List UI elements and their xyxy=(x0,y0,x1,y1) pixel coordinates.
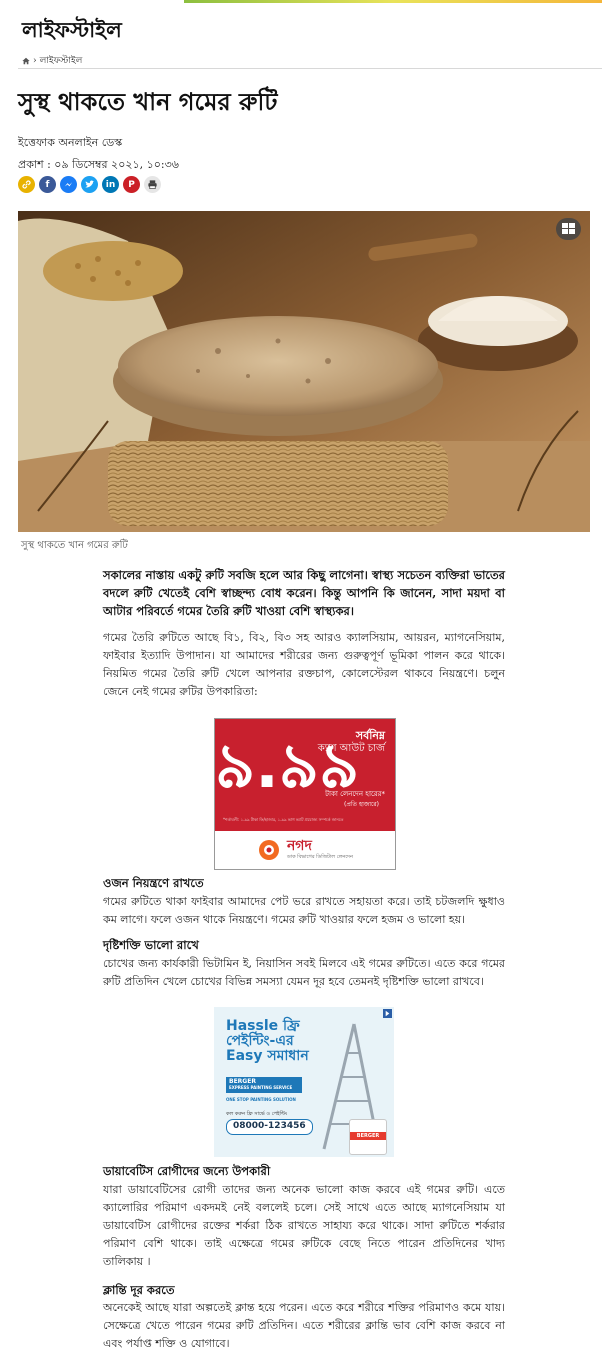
section-heading-1: ওজন নিয়ন্ত্রণে রাখতে xyxy=(103,876,204,890)
lead-paragraph: সকালের নাস্তায় একটু রুটি সবজি হলে আর কি… xyxy=(103,568,505,618)
messenger-icon[interactable] xyxy=(60,176,77,193)
pinterest-icon[interactable]: P xyxy=(123,176,140,193)
breadcrumb: › লাইফস্টাইল xyxy=(22,53,82,68)
header-divider xyxy=(18,68,602,69)
section-paragraph-3: যারা ডায়াবেটিসের রোগী তাদের জন্য অনেক ভ… xyxy=(103,1183,505,1268)
berger-ad[interactable]: Hassle ফ্রি পেইন্টিং-এর Easy সমাধান BERG… xyxy=(214,1007,394,1157)
twitter-icon[interactable] xyxy=(81,176,98,193)
berger-solution: ONE STOP PAINTING SOLUTION xyxy=(226,1097,296,1102)
hero-image[interactable] xyxy=(18,211,590,532)
paint-can-label: BERGER xyxy=(350,1132,386,1140)
section-paragraph-4: অনেকেই আছে যারা অল্পতেই ক্লান্ত হয়ে পরে… xyxy=(103,1301,505,1350)
berger-hotline-label: কল করুন xyxy=(226,1111,246,1117)
facebook-icon[interactable]: f xyxy=(39,176,56,193)
nagad-subheadline: ক্যাশ আউট চার্জ xyxy=(317,743,385,754)
section-heading-2: দৃষ্টিশক্তি ভালো রাখে xyxy=(103,938,199,952)
linkedin-icon[interactable]: in xyxy=(102,176,119,193)
berger-service: EXPRESS PAINTING SERVICE xyxy=(229,1085,293,1090)
home-icon[interactable] xyxy=(22,57,30,65)
breadcrumb-separator: › xyxy=(33,55,37,66)
nagad-note: (প্রতি হাজারে) xyxy=(344,801,379,808)
berger-headline-1: Hassle ফ্রি xyxy=(226,1018,300,1034)
berger-hotline-note: ফ্রি সার্ভে ও পেইন্টিং xyxy=(246,1111,288,1117)
share-bar: f in P xyxy=(18,176,161,193)
section-title[interactable]: লাইফস্টাইল xyxy=(22,14,122,49)
nagad-ad[interactable]: ৯.৯৯ সর্বনিম্ন ক্যাশ আউট চার্জ টাকা লেনদ… xyxy=(214,718,396,870)
publish-date: প্রকাশ : ০৯ ডিসেম্বর ২০২১, ১০:৩৬ xyxy=(18,158,179,171)
berger-brand: BERGER xyxy=(229,1078,256,1085)
nagad-brand: নগদ xyxy=(286,837,312,854)
top-ad-strip[interactable] xyxy=(184,0,602,3)
berger-hotline[interactable]: 08000-123456 xyxy=(226,1119,313,1135)
paint-can: BERGER xyxy=(349,1119,387,1155)
article-headline: সুস্থ থাকতে খান গমের রুটি xyxy=(18,87,278,116)
breadcrumb-current[interactable]: লাইফস্টাইল xyxy=(40,53,83,68)
intro-paragraph: গমের তৈরি রুটিতে আছে বি১, বি২, বি৩ সহ আর… xyxy=(103,631,505,698)
print-icon[interactable] xyxy=(144,176,161,193)
article-author[interactable]: ইত্তেফাক অনলাইন ডেস্ক xyxy=(18,134,122,153)
section-paragraph-2: চোখের জন্য কার্যকারী ভিটামিন ই, নিয়াসিন… xyxy=(103,957,505,988)
nagad-tagline: ডাক বিভাগের ডিজিটাল লেনদেন xyxy=(286,853,354,860)
section-paragraph-1: গমের রুটিতে থাকা ফাইবার আমাদের পেট ভরে র… xyxy=(103,895,505,926)
section-heading-3: ডায়াবেটিস রোগীদের জন্যে উপকারী xyxy=(103,1164,271,1178)
adchoices-icon[interactable] xyxy=(383,1009,392,1018)
berger-headline-3: Easy সমাধান xyxy=(226,1048,309,1064)
link-icon[interactable] xyxy=(18,176,35,193)
image-caption: সুস্থ থাকতে খান গমের রুটি xyxy=(21,540,128,551)
gallery-icon[interactable] xyxy=(556,218,581,240)
nagad-logo-icon xyxy=(258,840,279,860)
berger-headline-2: পেইন্টিং-এর xyxy=(226,1033,294,1049)
nagad-fine-print: *শর্তাবলী: ১.৯৯ টাকা ফি/হাজার, ১.৯৯ ভাগ … xyxy=(223,817,344,822)
